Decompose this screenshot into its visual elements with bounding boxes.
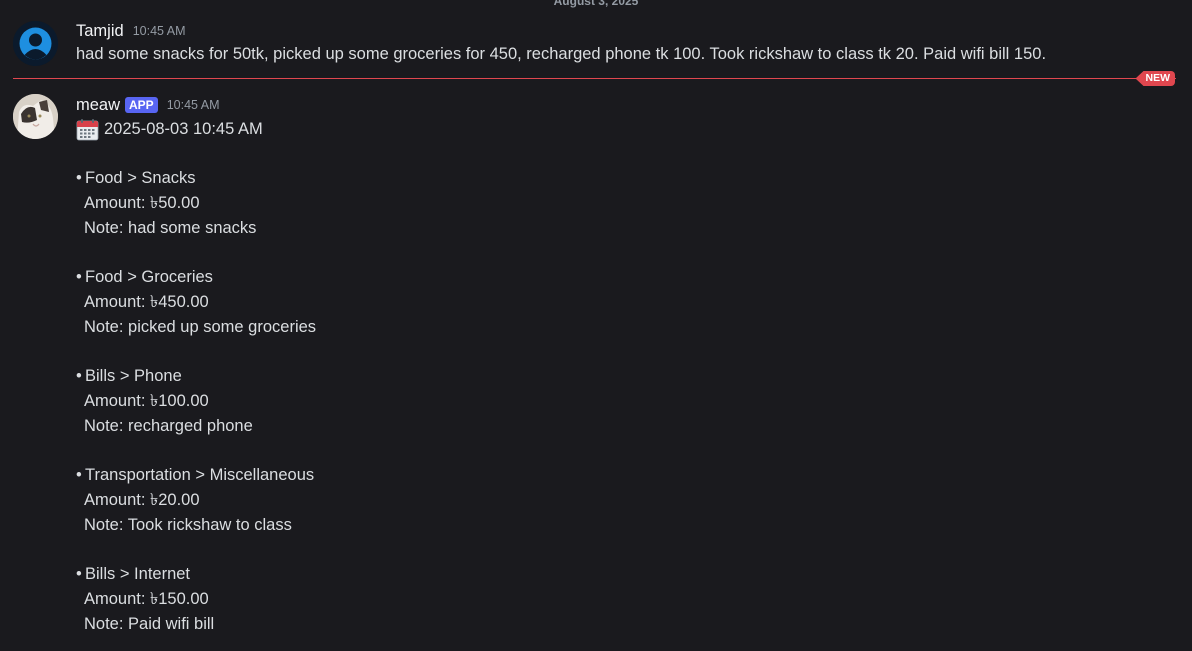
- expense-note: Note: picked up some groceries: [84, 318, 317, 336]
- bullet: •: [76, 565, 82, 583]
- default-user-icon: [13, 21, 58, 66]
- calendar-icon: [76, 118, 99, 141]
- avatar[interactable]: [13, 21, 58, 66]
- expense-note: Note: Took rickshaw to class: [84, 516, 292, 534]
- expense-item: • Food > Snacks Amount: ৳50.00 Note: had …: [76, 166, 316, 241]
- new-messages-divider: [13, 78, 1176, 79]
- expense-category: Transportation > Miscellaneous: [85, 466, 315, 484]
- new-badge: NEW: [1135, 71, 1175, 86]
- username[interactable]: meaw: [76, 96, 120, 115]
- expense-amount: Amount: ৳20.00: [84, 491, 200, 509]
- username[interactable]: Tamjid: [76, 22, 124, 41]
- date-line: 2025-08-03 10:45 AM: [76, 117, 316, 142]
- bullet: •: [76, 169, 82, 187]
- expense-amount: Amount: ৳50.00: [84, 194, 200, 212]
- message-text: had some snacks for 50tk, picked up some…: [76, 45, 1047, 63]
- expense-category: Bills > Internet: [85, 565, 191, 583]
- expense-summary: 2025-08-03 10:45 AM • Food > Snacks Amoun…: [76, 117, 316, 637]
- expense-item: • Transportation > Miscellaneous Amount: …: [76, 463, 316, 538]
- expense-item: • Bills > Phone Amount: ৳100.00 Note: rec…: [76, 364, 316, 439]
- expense-item: • Bills > Internet Amount: ৳150.00 Note: …: [76, 562, 316, 637]
- expense-note: Note: recharged phone: [84, 417, 253, 435]
- expense-category: Bills > Phone: [85, 367, 182, 385]
- expense-item: • Food > Groceries Amount: ৳450.00 Note: …: [76, 265, 316, 340]
- bullet: •: [76, 268, 82, 286]
- expense-note: Note: had some snacks: [84, 219, 257, 237]
- bullet: •: [76, 466, 82, 484]
- app-tag: APP: [125, 97, 158, 113]
- date-divider-label: August 3, 2025: [549, 0, 643, 8]
- expense-category: Food > Snacks: [85, 169, 196, 187]
- bullet: •: [76, 367, 82, 385]
- date-line-text: 2025-08-03 10:45 AM: [104, 120, 263, 138]
- avatar[interactable]: [13, 94, 58, 139]
- cat-avatar-icon: [13, 94, 58, 139]
- expense-category: Food > Groceries: [85, 268, 213, 286]
- expense-amount: Amount: ৳450.00: [84, 293, 209, 311]
- timestamp[interactable]: 10:45 AM: [133, 24, 186, 38]
- expense-note: Note: Paid wifi bill: [84, 615, 215, 633]
- expense-amount: Amount: ৳150.00: [84, 590, 209, 608]
- date-divider: August 3, 2025: [0, 0, 1192, 8]
- timestamp[interactable]: 10:45 AM: [167, 98, 220, 112]
- expense-amount: Amount: ৳100.00: [84, 392, 209, 410]
